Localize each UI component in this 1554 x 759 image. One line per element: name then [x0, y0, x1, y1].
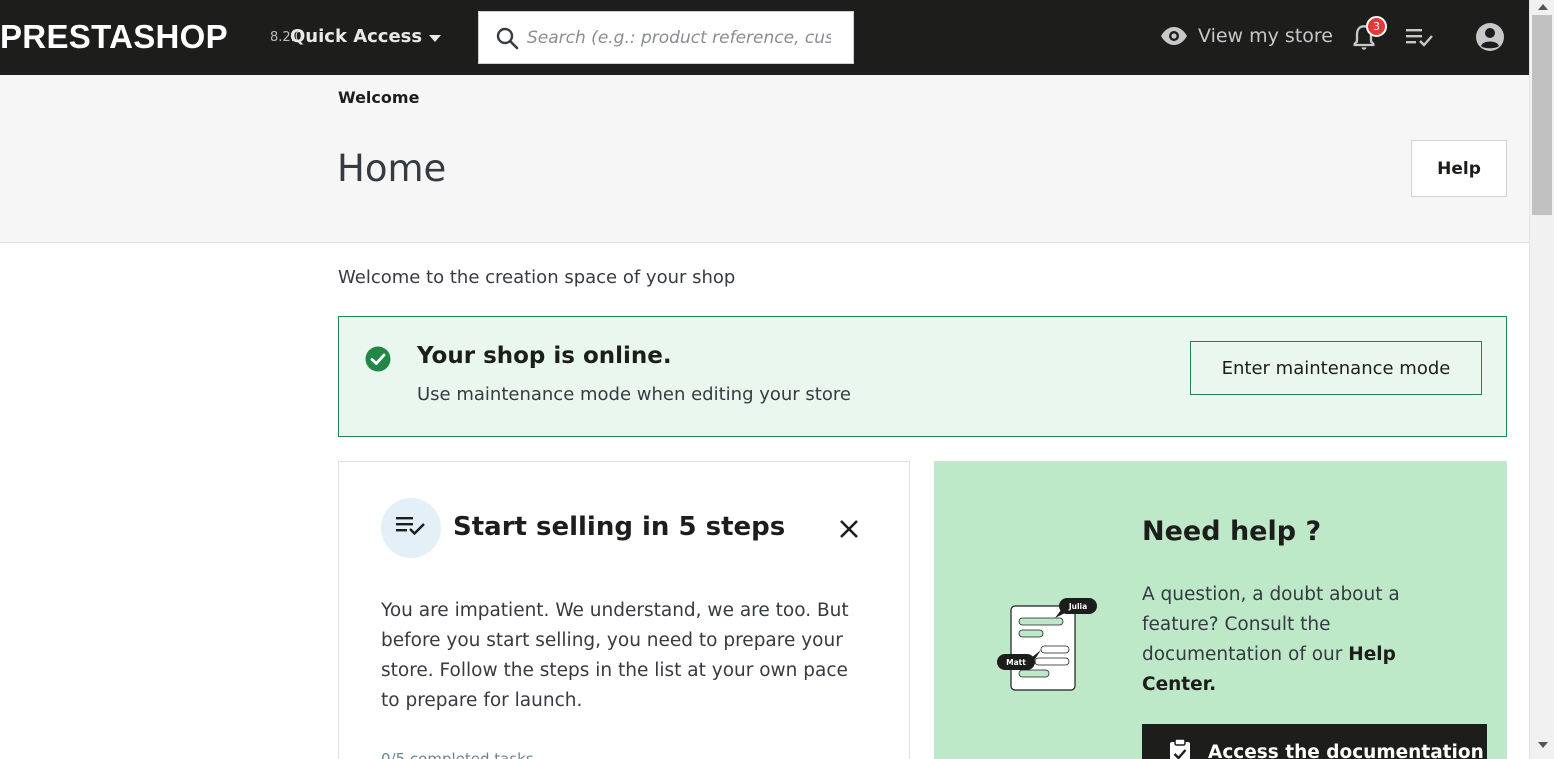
start-selling-card: Start selling in 5 steps You are impatie… [338, 461, 910, 759]
check-circle-icon [365, 346, 391, 372]
steps-icon-badge [381, 498, 441, 558]
notification-count-badge: 3 [1366, 16, 1387, 37]
steps-progress-text: 0/5 completed tasks [381, 750, 534, 759]
close-icon[interactable] [837, 517, 861, 541]
breadcrumb[interactable]: Welcome [338, 88, 419, 107]
access-documentation-button[interactable]: Access the documentation [1142, 724, 1487, 759]
vertical-scrollbar[interactable] [1529, 0, 1554, 759]
clipboard-check-icon [1170, 738, 1190, 759]
shop-online-alert: Your shop is online. Use maintenance mod… [338, 316, 1507, 437]
caret-down-icon [429, 34, 442, 42]
search-icon [496, 27, 519, 50]
quick-access-label: Quick Access [290, 26, 423, 47]
eye-icon [1161, 27, 1187, 45]
prestashop-logo[interactable]: PRESTASHOP [0, 18, 228, 56]
matt-label: Matt [1006, 658, 1026, 667]
help-button[interactable]: Help [1411, 140, 1507, 197]
view-my-store-link[interactable]: View my store [1160, 25, 1333, 47]
steps-card-title: Start selling in 5 steps [453, 512, 786, 542]
julia-label: Julia [1068, 602, 1087, 611]
steps-card-description: You are impatient. We understand, we are… [381, 600, 849, 711]
scroll-thumb[interactable] [1532, 15, 1552, 215]
alert-title: Your shop is online. [417, 343, 672, 369]
alert-subtitle: Use maintenance mode when editing your s… [417, 384, 851, 405]
tasks-icon[interactable] [1404, 25, 1436, 49]
chat-conversation-illustration: Julia Matt [997, 598, 1097, 691]
search-bar[interactable] [478, 11, 854, 64]
search-input[interactable] [527, 26, 831, 50]
page-title: Home [337, 147, 447, 190]
need-help-description: A question, a doubt about a feature? Con… [1142, 580, 1452, 700]
top-header: PRESTASHOP 8.2.0 Quick Access View my st… [0, 0, 1529, 75]
need-help-title: Need help ? [1142, 516, 1322, 547]
page-header: Welcome Home Help [0, 75, 1529, 243]
welcome-text: Welcome to the creation space of your sh… [338, 267, 736, 288]
scroll-up-arrow-icon[interactable] [1538, 4, 1548, 10]
account-icon[interactable] [1475, 22, 1505, 52]
tasks-icon [396, 517, 425, 536]
need-help-card: Julia Matt Need help ? A question, a dou… [934, 461, 1507, 759]
access-documentation-label: Access the documentation [1208, 741, 1484, 759]
scroll-down-arrow-icon[interactable] [1538, 742, 1548, 748]
quick-access-dropdown[interactable]: Quick Access [290, 26, 442, 47]
enter-maintenance-mode-button[interactable]: Enter maintenance mode [1190, 341, 1482, 395]
view-my-store-label: View my store [1198, 25, 1333, 47]
